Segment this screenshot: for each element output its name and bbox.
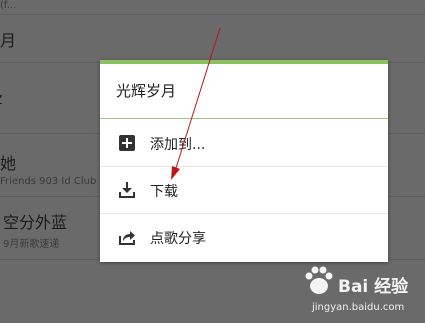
share-icon: [118, 228, 136, 246]
add-to-menu-item[interactable]: 添加到...: [100, 120, 388, 167]
plus-box-icon: [118, 134, 136, 152]
list-item-subtitle: 9月新歌速递: [3, 239, 60, 250]
menu-item-label: 点歌分享: [150, 231, 206, 247]
divider: [100, 118, 388, 119]
list-item-title: 她: [0, 154, 17, 173]
list-item-subtitle: Friends 903 Id Club: [0, 176, 97, 187]
download-icon: [118, 181, 136, 199]
paw-logo-icon: [305, 266, 333, 294]
list-item-subtitle: (f...: [0, 0, 17, 11]
list-item-title: 空分外蓝: [3, 213, 68, 232]
watermark-url: jingyan.baidu.com: [312, 302, 405, 313]
list-item-title: 月: [0, 31, 17, 50]
share-menu-item[interactable]: 点歌分享: [100, 214, 388, 261]
baidu-watermark: Bai 经验 jingyan.baidu.com: [300, 262, 425, 323]
list-item-title: z: [0, 89, 2, 108]
list-item: (f...: [0, 0, 425, 15]
watermark-brand: Bai 经验: [338, 277, 409, 297]
song-options-dialog: 光辉岁月 添加到... 下载 点歌分享: [100, 60, 388, 262]
list-item[interactable]: 月: [0, 15, 425, 63]
dialog-title: 光辉岁月: [116, 82, 177, 100]
dialog-accent-bar: [100, 60, 388, 64]
download-menu-item[interactable]: 下载: [100, 167, 388, 214]
menu-item-label: 添加到...: [150, 137, 206, 153]
menu-item-label: 下载: [150, 184, 178, 200]
